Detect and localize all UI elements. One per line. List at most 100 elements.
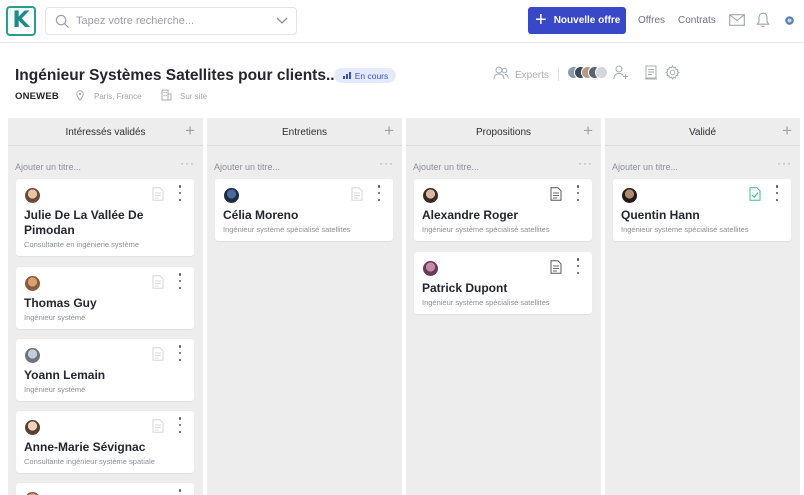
logo-letter: K (12, 8, 30, 33)
users-icon (493, 66, 509, 80)
candidate-card[interactable]: Patrick Dupont Ingénieur système spécial… (414, 252, 592, 314)
nav-offres[interactable]: Offres (638, 15, 665, 26)
card-menu-icon[interactable] (178, 185, 182, 201)
plus-icon: + (535, 8, 547, 31)
card-menu-icon[interactable] (775, 185, 779, 201)
candidate-role: Ingénieur système spécialisé satellites (422, 225, 550, 234)
document-icon[interactable] (152, 347, 164, 361)
candidate-name: Thomas Guy (24, 296, 97, 310)
document-icon[interactable] (152, 275, 164, 289)
more-options-icon[interactable]: ··· (180, 156, 195, 170)
card-menu-icon[interactable] (178, 345, 182, 361)
candidate-avatar (423, 188, 438, 203)
expert-avatar (595, 66, 608, 79)
candidate-card[interactable]: Célia Moreno Ingénieur système spécialis… (215, 179, 393, 241)
document-icon[interactable] (152, 419, 164, 433)
card-menu-icon[interactable] (178, 417, 182, 433)
document-icon[interactable] (550, 187, 562, 201)
candidate-card[interactable]: Yoann Lemain Ingénieur système (16, 339, 194, 401)
candidate-name: Julie De La Vallée De Pimodan (24, 208, 144, 237)
candidate-avatar (622, 188, 637, 203)
column-header: Validé + (605, 118, 800, 146)
card-menu-icon[interactable] (377, 185, 381, 201)
add-card-icon[interactable]: + (185, 122, 195, 139)
card-menu-icon[interactable] (576, 258, 580, 274)
add-card-icon[interactable]: + (583, 122, 593, 139)
search-input[interactable]: Tapez votre recherche... (45, 7, 297, 35)
candidate-card-partial[interactable] (16, 483, 194, 495)
add-title-input[interactable]: Ajouter un titre... (612, 162, 678, 172)
company-name: ONEWEB (15, 91, 59, 102)
more-options-icon[interactable]: ··· (379, 156, 394, 170)
status-label: En cours (354, 70, 389, 81)
add-card-icon[interactable]: + (782, 122, 792, 139)
expert-avatars[interactable] (567, 66, 608, 80)
add-title-input[interactable]: Ajouter un titre... (15, 162, 81, 172)
candidate-card[interactable]: Thomas Guy Ingénieur système (16, 267, 194, 329)
candidate-role: Ingénieur système (24, 385, 86, 394)
location-pin-icon (76, 90, 84, 101)
job-title: Ingénieur Systèmes Satellites pour clien… (15, 67, 339, 84)
candidate-name: Célia Moreno (223, 208, 299, 222)
candidate-avatar (25, 276, 40, 291)
job-location: Paris, France (94, 92, 142, 101)
document-icon[interactable] (550, 260, 562, 274)
document-validated-icon[interactable] (749, 187, 761, 201)
candidate-role: Ingénieur système (24, 313, 86, 322)
column-header: Propositions + (406, 118, 601, 146)
candidate-avatar (423, 261, 438, 276)
candidate-name: Yoann Lemain (24, 368, 106, 382)
mail-icon[interactable] (729, 14, 745, 26)
column-title: Entretiens (281, 127, 328, 138)
column-interesses-valides: Intéressés validés + Ajouter un titre...… (8, 118, 203, 495)
more-options-icon[interactable]: ··· (578, 156, 593, 170)
document-icon[interactable] (152, 187, 164, 201)
search-placeholder: Tapez votre recherche... (76, 15, 195, 27)
candidate-role: Ingénieur système spécialisé satellites (223, 225, 351, 234)
column-header: Intéressés validés + (8, 118, 203, 146)
column-header: Entretiens + (207, 118, 402, 146)
top-bar: K Tapez votre recherche... + Nouvelle of… (0, 0, 804, 43)
chevron-down-icon[interactable] (276, 16, 288, 26)
column-propositions: Propositions + Ajouter un titre... ··· A… (406, 118, 601, 495)
candidate-role: Ingénieur système spécialisé satellites (621, 225, 749, 234)
card-menu-icon[interactable] (178, 489, 182, 495)
search-icon (55, 14, 70, 29)
add-user-icon[interactable] (613, 65, 629, 80)
status-badge[interactable]: En cours (334, 68, 396, 83)
add-title-input[interactable]: Ajouter un titre... (413, 162, 479, 172)
candidate-card[interactable]: Anne-Marie Sévignac Consultante ingénieu… (16, 411, 194, 473)
candidate-avatar (224, 188, 239, 203)
gear-icon[interactable] (665, 65, 680, 80)
candidate-avatar (25, 188, 40, 203)
building-icon (161, 89, 172, 101)
bell-icon[interactable] (756, 12, 770, 28)
add-card-icon[interactable]: + (384, 122, 394, 139)
nav-contrats[interactable]: Contrats (678, 15, 716, 26)
candidate-card[interactable]: Julie De La Vallée De Pimodan Consultant… (16, 179, 194, 256)
candidate-name: Alexandre Roger (422, 208, 519, 222)
card-menu-icon[interactable] (178, 273, 182, 289)
candidate-avatar (25, 348, 40, 363)
job-workplace: Sur site (180, 92, 208, 101)
new-offer-label: Nouvelle offre (553, 15, 621, 26)
new-offer-button[interactable]: + Nouvelle offre (528, 7, 626, 34)
candidate-avatar (25, 420, 40, 435)
user-avatar-icon[interactable] (785, 16, 794, 25)
app-logo[interactable]: K (6, 6, 36, 36)
candidate-role: Consultante ingénieur système spatiale (24, 457, 155, 466)
card-menu-icon[interactable] (576, 185, 580, 201)
document-icon[interactable] (645, 65, 657, 80)
divider (558, 67, 559, 81)
add-title-input[interactable]: Ajouter un titre... (214, 162, 280, 172)
column-title: Propositions (475, 127, 532, 138)
candidate-name: Anne-Marie Sévignac (24, 440, 146, 454)
candidate-card[interactable]: Quentin Hann Ingénieur système spécialis… (613, 179, 791, 241)
experts-label: Experts (515, 70, 549, 81)
candidate-card[interactable]: Alexandre Roger Ingénieur système spécia… (414, 179, 592, 241)
document-icon[interactable] (351, 187, 363, 201)
column-title: Intéressés validés (65, 127, 146, 138)
column-entretiens: Entretiens + Ajouter un titre... ··· Cél… (207, 118, 402, 495)
more-options-icon[interactable]: ··· (777, 156, 792, 170)
chart-icon (342, 72, 351, 79)
